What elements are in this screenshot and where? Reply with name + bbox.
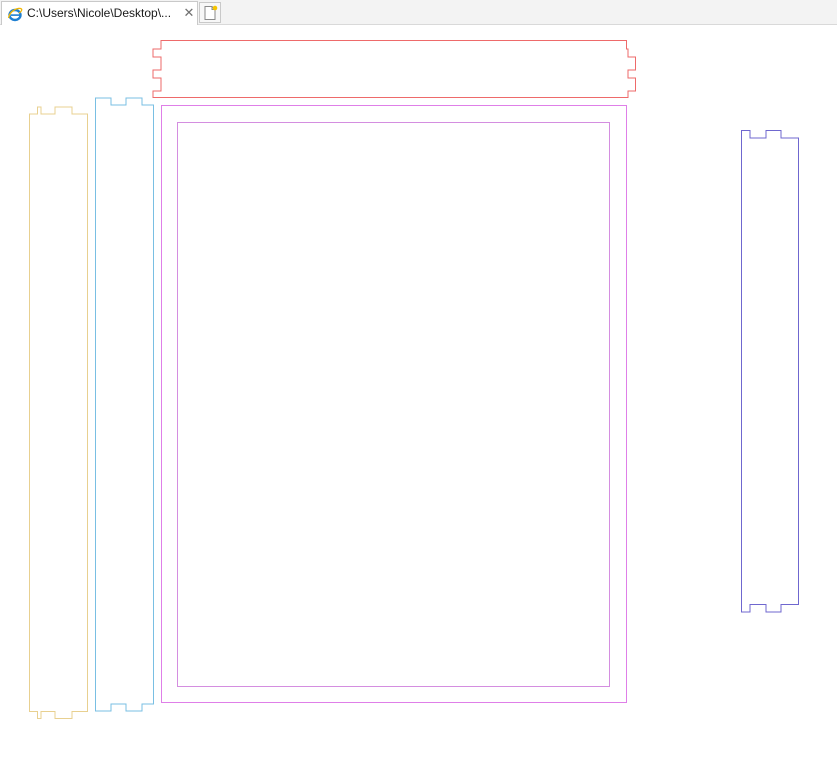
close-tab-icon[interactable]: ✕ (183, 6, 195, 20)
tab-title: C:\Users\Nicole\Desktop\... (27, 6, 172, 20)
new-tab-button[interactable] (199, 2, 221, 23)
browser-tab[interactable]: C:\Users\Nicole\Desktop\... ✕ (1, 1, 198, 25)
internet-explorer-icon (7, 7, 23, 22)
drawing-canvas (0, 25, 837, 761)
top-tabbed-piece (152, 40, 636, 98)
new-tab-icon (204, 5, 218, 20)
panel-inner-outline (177, 122, 610, 687)
cut-layout-drawing (29, 40, 799, 719)
left-side-piece (29, 106, 88, 719)
tab-bar: C:\Users\Nicole\Desktop\... ✕ (0, 0, 837, 25)
right-side-piece (741, 130, 799, 613)
second-side-piece (95, 97, 154, 712)
panel-outer-outline (161, 105, 627, 703)
